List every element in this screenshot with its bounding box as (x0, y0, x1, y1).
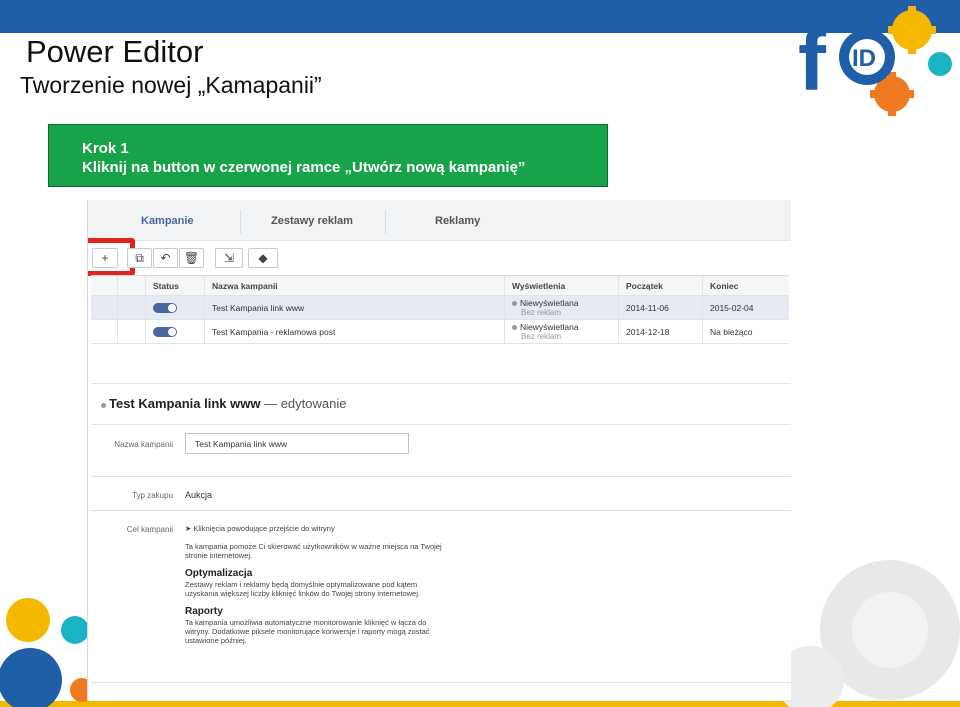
status-dot-icon (101, 403, 106, 408)
buy-type-value: Aukcja (185, 490, 213, 500)
svg-text:f: f (798, 14, 827, 108)
step-text: Kliknij na button w czerwonej ramce „Utw… (82, 159, 526, 176)
export-button[interactable]: ⇲ (215, 248, 243, 268)
campaign-name-input[interactable]: Test Kampania link www (185, 433, 409, 454)
editing-suffix: — edytowanie (264, 396, 347, 411)
step-instruction-box: Krok 1 Kliknij na button w czerwonej ram… (48, 124, 608, 187)
status-dot-icon (512, 324, 517, 330)
optimization-description: Zestawy reklam i reklamy będą domyślnie … (185, 580, 420, 598)
campaign-name[interactable]: Test Kampania link www (204, 296, 504, 319)
export-icon: ⇲ (223, 251, 235, 265)
optimization-heading: Optymalizacja (185, 568, 253, 579)
table-row[interactable]: Test Kampania - reklamowa post Niewyświe… (91, 320, 789, 344)
end-date: 2015-02-04 (702, 296, 789, 319)
cursor-icon: ➤ (185, 524, 192, 533)
status-dot-icon (512, 300, 517, 306)
status-toggle[interactable] (153, 302, 177, 313)
table-header: Status Nazwa kampanii Wyświetlenia Począ… (91, 276, 789, 296)
decorative-gears-left (0, 598, 94, 707)
start-date: 2014-11-06 (618, 296, 702, 319)
duplicate-icon: ⧉ (135, 251, 144, 265)
power-editor-screenshot: Kampanie Zestawy reklam Reklamy + ⧉ ↶ 🗑 … (87, 200, 791, 700)
objective-description: Ta kampania pomoże Ci skierować użytkown… (185, 542, 442, 560)
name-label: Nazwa kampanii (114, 440, 173, 449)
impressions-substatus: Bez reklam (521, 331, 562, 341)
decorative-gears-right (780, 560, 960, 707)
tab-bar: Kampanie Zestawy reklam Reklamy (88, 200, 791, 241)
header-start[interactable]: Początek (618, 276, 702, 295)
tab-ad-sets[interactable]: Zestawy reklam (271, 215, 353, 227)
header-name[interactable]: Nazwa kampanii (204, 276, 504, 295)
campaign-detail-name: Test Kampania link www (109, 396, 261, 411)
table-row[interactable]: Test Kampania link www Niewyświetlana Bez… (91, 296, 789, 320)
tag-icon: ◆ (258, 251, 268, 265)
undo-button[interactable]: ↶ (153, 248, 178, 268)
fid-logo: ID f (798, 6, 952, 116)
objective-value: Kliknięcia powodujące przejście do witry… (193, 524, 335, 533)
status-toggle[interactable] (153, 326, 177, 337)
objective-section: ➤ Kliknięcia powodujące przejście do wit… (185, 524, 445, 645)
header-impressions[interactable]: Wyświetlenia (504, 276, 618, 295)
duplicate-button[interactable]: ⧉ (127, 248, 152, 268)
impressions-substatus: Bez reklam (521, 307, 562, 317)
impressions-status: Niewyświetlana (520, 321, 579, 332)
objective-label: Cel kampanii (126, 525, 173, 534)
tab-ads[interactable]: Reklamy (435, 215, 480, 227)
buy-type-label: Typ zakupu (132, 491, 173, 500)
campaign-name[interactable]: Test Kampania - reklamowa post (204, 320, 504, 343)
header-end[interactable]: Koniec (702, 276, 789, 295)
slide-subtitle: Tworzenie nowej „Kamapanii” (20, 72, 322, 98)
delete-button[interactable]: 🗑 (179, 248, 204, 268)
slide-title: Power Editor (26, 34, 204, 69)
tag-button[interactable]: ◆ (248, 248, 278, 268)
impressions-status: Niewyświetlana (520, 297, 579, 308)
tab-campaigns[interactable]: Kampanie (141, 215, 194, 227)
end-date: Na bieżąco (702, 320, 789, 343)
reports-description: Ta kampania umożliwia automatyczne monit… (185, 618, 430, 645)
campaign-table: Status Nazwa kampanii Wyświetlenia Począ… (91, 275, 789, 344)
header-status[interactable]: Status (145, 276, 204, 295)
campaign-detail-title: Test Kampania link www — edytowanie (101, 396, 346, 411)
undo-icon: ↶ (160, 251, 171, 265)
svg-text:ID: ID (852, 45, 876, 72)
trash-icon: 🗑 (183, 251, 200, 265)
reports-heading: Raporty (185, 606, 223, 617)
step-number: Krok 1 (82, 140, 129, 157)
start-date: 2014-12-18 (618, 320, 702, 343)
